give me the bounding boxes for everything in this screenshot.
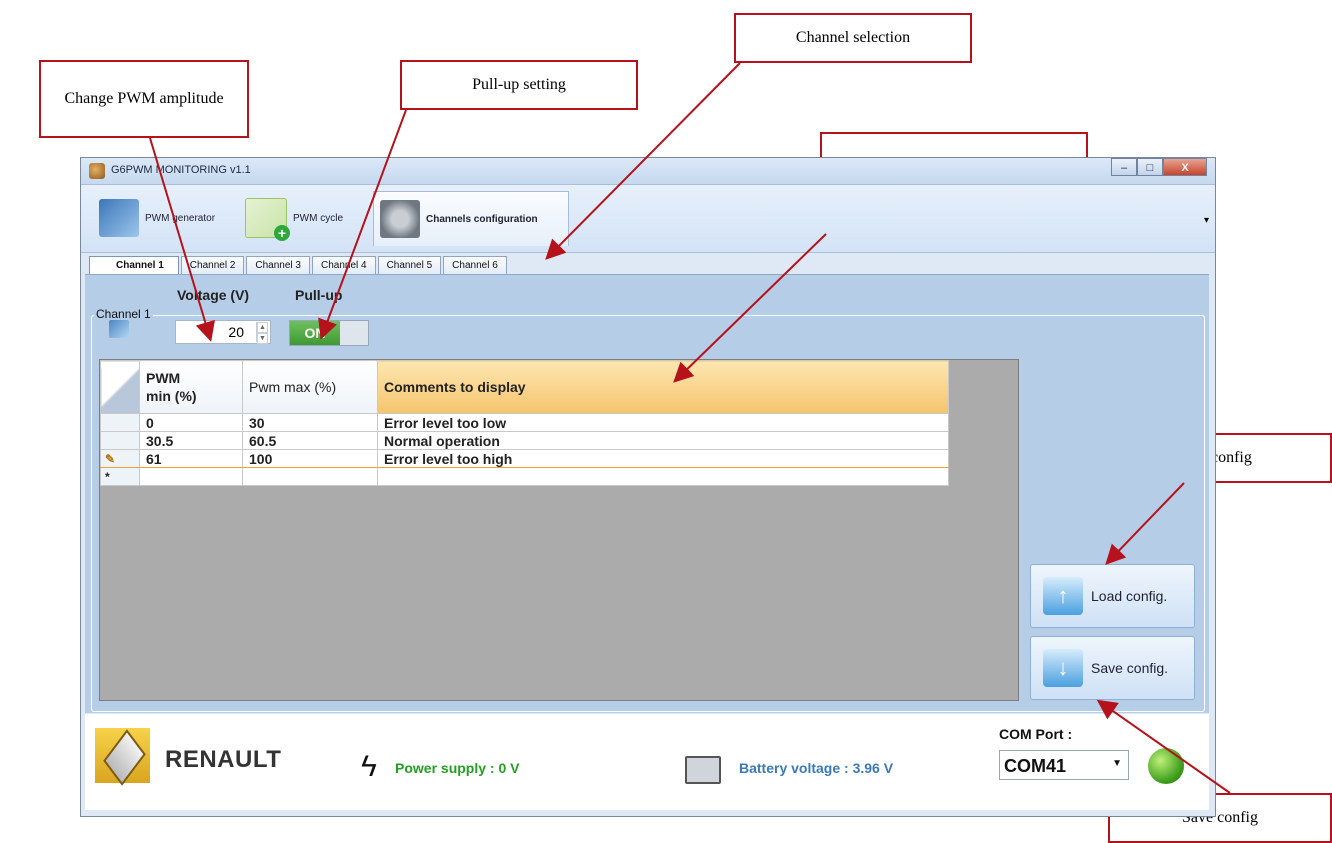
app-window: G6PWM MONITORING v1.1 – □ X PWM generato… [80, 157, 1216, 817]
column-pwm-max[interactable]: Pwm max (%) [242, 360, 378, 414]
cell-min[interactable]: 61 [139, 449, 243, 468]
title-bar: G6PWM MONITORING v1.1 – □ X [81, 158, 1215, 185]
column-comments[interactable]: Comments to display [377, 360, 949, 414]
ribbon-dropdown-icon[interactable]: ▾ [1204, 215, 1209, 226]
gear-icon [380, 200, 420, 238]
minimize-button[interactable]: – [1111, 158, 1137, 176]
power-supply-status: Power supply : 0 V [395, 760, 520, 776]
lightning-icon: ϟ [361, 750, 377, 783]
tab-pwm-cycle[interactable]: PWM cycle [239, 191, 371, 245]
tab-pwm-generator[interactable]: PWM generator [93, 191, 231, 245]
battery-voltage-status: Battery voltage : 3.96 V [739, 760, 894, 776]
renault-logo-icon [95, 728, 150, 783]
tab-channel-3[interactable]: Channel 3 [246, 256, 310, 274]
cell-min[interactable]: 0 [139, 413, 243, 432]
maximize-button[interactable]: □ [1137, 158, 1163, 176]
table-header: PWM min (%) Pwm max (%) Comments to disp… [100, 360, 949, 414]
row-marker[interactable] [100, 431, 140, 450]
ribbon: PWM generator PWM cycle Channels configu… [81, 185, 1215, 253]
com-port-select[interactable]: COM41 ▼ [999, 750, 1129, 780]
com-port-value: COM41 [1004, 756, 1067, 776]
load-config-label: Load config. [1091, 588, 1168, 604]
channel-panel: Voltage (V) Pull-up Channel 1 20 ▲ ▼ ON P… [85, 274, 1209, 713]
row-marker[interactable] [100, 413, 140, 432]
tab-channels-configuration[interactable]: Channels configuration [373, 191, 569, 246]
upload-icon [1043, 577, 1083, 615]
cell-comment[interactable]: Error level too low [377, 413, 949, 432]
cell-min[interactable] [139, 467, 243, 486]
cell-comment[interactable]: Error level too high [377, 449, 949, 468]
comments-grid: PWM min (%) Pwm max (%) Comments to disp… [99, 359, 1019, 701]
voltage-value: 20 [228, 324, 244, 340]
download-icon [1043, 649, 1083, 687]
voltage-input[interactable]: 20 ▲ ▼ [175, 320, 271, 344]
channel-tabs: Channel 1 Channel 2 Channel 3 Channel 4 … [89, 256, 509, 274]
app-icon [89, 163, 105, 179]
tab-channels-configuration-label: Channels configuration [426, 213, 538, 225]
new-row-icon[interactable]: * [100, 467, 140, 486]
callout-pullup-setting: Pull-up setting [400, 60, 638, 110]
column-pwm-min[interactable]: PWM min (%) [139, 360, 243, 414]
pullup-toggle-label: ON [290, 321, 340, 345]
callout-change-pwm-amplitude: Change PWM amplitude [39, 60, 249, 138]
load-config-button[interactable]: Load config. [1030, 564, 1195, 628]
pwm-cycle-icon [245, 198, 290, 241]
cell-max[interactable]: 30 [242, 413, 378, 432]
pullup-toggle[interactable]: ON [289, 320, 369, 346]
tab-channel-4[interactable]: Channel 4 [311, 256, 376, 274]
chevron-down-icon: ▼ [1112, 758, 1122, 769]
cell-comment[interactable]: Normal operation [377, 431, 949, 450]
tab-channel-1[interactable]: Channel 1 [89, 256, 179, 274]
table-row[interactable]: 0 30 Error level too low [100, 413, 949, 432]
connection-status-led [1148, 748, 1184, 784]
status-footer: RENAULT ϟ Power supply : 0 V Battery vol… [85, 714, 1209, 810]
cell-comment[interactable] [377, 467, 949, 486]
table-row[interactable]: ✎ 61 100 Error level too high [100, 449, 949, 468]
pullup-header: Pull-up [295, 287, 343, 303]
cell-max[interactable]: 60.5 [242, 431, 378, 450]
voltage-spinner[interactable]: ▲ ▼ [256, 322, 268, 344]
tab-pwm-generator-label: PWM generator [145, 212, 216, 224]
voltage-header: Voltage (V) [177, 287, 250, 303]
cell-max[interactable] [242, 467, 378, 486]
cell-max[interactable]: 100 [242, 449, 378, 468]
tab-channel-5[interactable]: Channel 5 [377, 256, 442, 274]
callout-channel-selection: Channel selection [734, 13, 972, 63]
close-button[interactable]: X [1163, 158, 1207, 176]
tab-channel-6[interactable]: Channel 6 [443, 256, 507, 274]
cell-min[interactable]: 30.5 [139, 431, 243, 450]
window-title: G6PWM MONITORING v1.1 [111, 164, 251, 176]
select-all-cell[interactable] [100, 360, 140, 414]
tab-pwm-cycle-label: PWM cycle [293, 212, 343, 224]
battery-icon [685, 756, 721, 784]
com-port-label: COM Port : [999, 726, 1073, 742]
channel-group-label: Channel 1 [94, 307, 153, 321]
save-config-button[interactable]: Save config. [1030, 636, 1195, 700]
brand-name: RENAULT [165, 746, 282, 773]
channel-icon [109, 320, 129, 338]
pwm-generator-icon [99, 199, 139, 237]
edit-pencil-icon[interactable]: ✎ [100, 449, 140, 468]
table-row[interactable]: 30.5 60.5 Normal operation [100, 431, 949, 450]
save-config-label: Save config. [1091, 660, 1169, 676]
tab-channel-2[interactable]: Channel 2 [180, 256, 245, 274]
table-row-new[interactable]: * [100, 467, 949, 486]
